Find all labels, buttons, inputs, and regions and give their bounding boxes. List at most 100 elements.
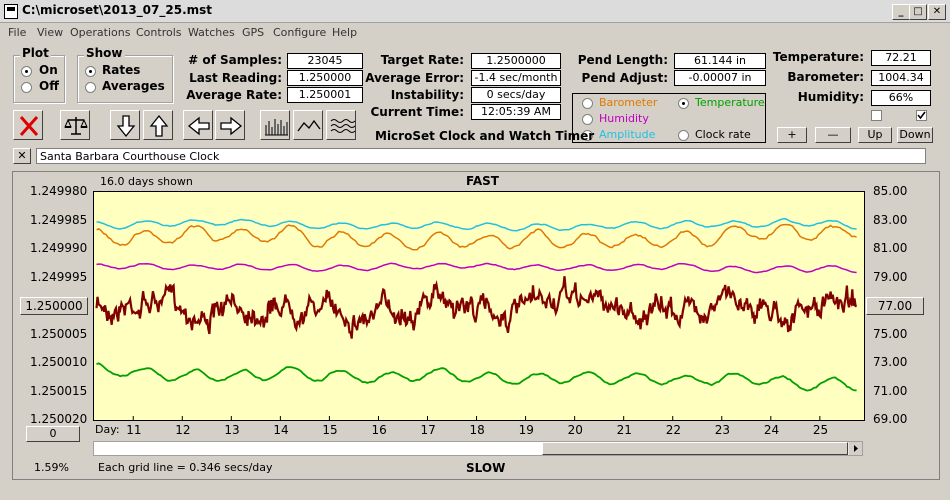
- scroll-up-button[interactable]: Up: [858, 127, 892, 143]
- right-tick-label: 85.00: [873, 184, 908, 198]
- menu-file[interactable]: File: [8, 26, 26, 39]
- chart-svg: [95, 218, 858, 420]
- stop-icon[interactable]: [13, 110, 43, 140]
- samples-field: 23045: [287, 53, 363, 69]
- left-tick-label: 1.249995: [30, 269, 88, 284]
- plot-off-radio[interactable]: [21, 82, 32, 93]
- zero-button[interactable]: 0: [26, 426, 80, 442]
- center-rate-button[interactable]: 1.250000: [20, 297, 88, 315]
- wave-plot-icon[interactable]: [326, 110, 356, 140]
- humidity-option-label: Humidity: [599, 112, 649, 125]
- x-tick-label: 12: [175, 423, 191, 437]
- samples-label: # of Samples:: [188, 53, 282, 67]
- x-tick-label: 23: [714, 423, 731, 437]
- barometer-series-line: [96, 223, 857, 251]
- temperature-option-label: Temperature: [695, 96, 765, 109]
- left-tick-label: 1.250020: [30, 412, 88, 426]
- average-error-label: Average Error:: [365, 71, 464, 85]
- left-tick-label: 1.249990: [30, 241, 88, 255]
- show-averages-label: Averages: [102, 79, 165, 93]
- average-error-field: -1.4 sec/month: [471, 70, 561, 86]
- pend-length-field[interactable]: 61.144 in: [674, 53, 766, 69]
- menu-operations[interactable]: Operations: [70, 26, 130, 39]
- plot-on-label: On: [39, 63, 58, 77]
- x-tick-label: 22: [665, 423, 681, 437]
- amplitude-option-label: Amplitude: [599, 128, 656, 141]
- show-rates-label: Rates: [102, 63, 141, 77]
- menu-configure[interactable]: Configure: [273, 26, 326, 39]
- target-rate-field[interactable]: 1.2500000: [471, 53, 561, 69]
- show-group-label: Show: [84, 46, 125, 60]
- maximize-button[interactable]: □: [909, 4, 927, 20]
- last-reading-field: 1.250000: [287, 70, 363, 86]
- pend-length-label: Pend Length:: [577, 53, 668, 67]
- scroll-right-button[interactable]: [849, 442, 862, 455]
- right-tick-label: 73.00: [873, 355, 908, 369]
- menu-gps[interactable]: GPS: [242, 26, 264, 39]
- zoom-in-button[interactable]: +: [777, 127, 807, 143]
- x-tick-label: 24: [763, 423, 780, 437]
- temperature-series-line: [96, 362, 857, 392]
- sensor-checkbox-1[interactable]: [871, 110, 882, 121]
- right-tick-label: 75.00: [873, 326, 908, 341]
- menu-controls[interactable]: Controls: [136, 26, 182, 39]
- close-button[interactable]: ✕: [928, 4, 946, 20]
- temperature-label: Temperature:: [772, 50, 864, 64]
- sensor-checkbox-2[interactable]: [916, 110, 927, 121]
- clear-name-button[interactable]: ✕: [13, 148, 31, 164]
- minimize-button[interactable]: _: [892, 4, 910, 20]
- x-tick-label: 15: [322, 423, 338, 437]
- humidity-series-line: [96, 262, 857, 274]
- x-tick-label: 25: [812, 423, 829, 437]
- menu-help[interactable]: Help: [332, 26, 357, 39]
- line-plot-icon[interactable]: [293, 110, 323, 140]
- slow-label: SLOW: [466, 461, 506, 475]
- arrow-down-icon[interactable]: [110, 110, 140, 140]
- zoom-out-button[interactable]: —: [815, 127, 851, 143]
- arrow-right-icon[interactable]: [215, 110, 245, 140]
- barometer-label: Barometer:: [787, 70, 864, 84]
- day-axis-label: Day:: [95, 423, 120, 436]
- barometer-radio[interactable]: [582, 98, 593, 109]
- x-tick-label: 17: [420, 423, 436, 437]
- right-axis-center-button[interactable]: 77.00: [866, 297, 924, 315]
- humidity-radio[interactable]: [582, 114, 593, 125]
- right-tick-label: 79.00: [873, 269, 908, 284]
- show-averages-radio[interactable]: [85, 82, 96, 93]
- balance-icon[interactable]: [60, 110, 90, 140]
- days-shown-label: 16.0 days shown: [100, 175, 193, 188]
- menu-view[interactable]: View: [37, 26, 63, 39]
- show-rates-radio[interactable]: [85, 66, 96, 77]
- average-rate-field: 1.250001: [287, 87, 363, 103]
- scroll-thumb[interactable]: [542, 442, 848, 455]
- clock-rate-option-label: Clock rate: [695, 128, 751, 141]
- left-tick-label: 1.250015: [30, 383, 88, 398]
- title-bar: C:\microset\2013_07_25.mst _ □ ✕: [0, 0, 950, 23]
- right-tick-label: 69.00: [873, 412, 908, 426]
- humidity-label: Humidity:: [797, 90, 864, 104]
- x-tick-label: 13: [224, 423, 240, 437]
- menu-watches[interactable]: Watches: [188, 26, 235, 39]
- clock-name-field[interactable]: Santa Barbara Courthouse Clock: [36, 148, 926, 164]
- plot-on-radio[interactable]: [21, 66, 32, 77]
- plot-off-label: Off: [39, 79, 59, 93]
- average-rate-label: Average Rate:: [186, 88, 282, 102]
- bar-plot-icon[interactable]: [260, 110, 290, 140]
- horizontal-scrollbar[interactable]: [93, 441, 863, 456]
- grid-note: Each grid line = 0.346 secs/day: [98, 461, 273, 474]
- plot-area: [93, 191, 865, 421]
- left-tick-label: 1.250010: [30, 355, 88, 369]
- arrow-left-icon[interactable]: [183, 110, 213, 140]
- x-tick-label: 18: [469, 423, 485, 437]
- left-tick-label: 1.249980: [30, 184, 88, 198]
- scroll-track: [94, 442, 542, 455]
- pend-adjust-field: -0.00007 in: [674, 70, 766, 86]
- scroll-down-button[interactable]: Down: [897, 127, 933, 143]
- clock-rate-radio[interactable]: [678, 130, 689, 141]
- barometer-option-label: Barometer: [599, 96, 658, 109]
- temperature-radio[interactable]: [678, 98, 689, 109]
- pend-adjust-label: Pend Adjust:: [581, 71, 668, 85]
- window-title: C:\microset\2013_07_25.mst: [22, 3, 213, 17]
- arrow-up-icon[interactable]: [143, 110, 173, 140]
- x-tick-label: 14: [273, 423, 289, 437]
